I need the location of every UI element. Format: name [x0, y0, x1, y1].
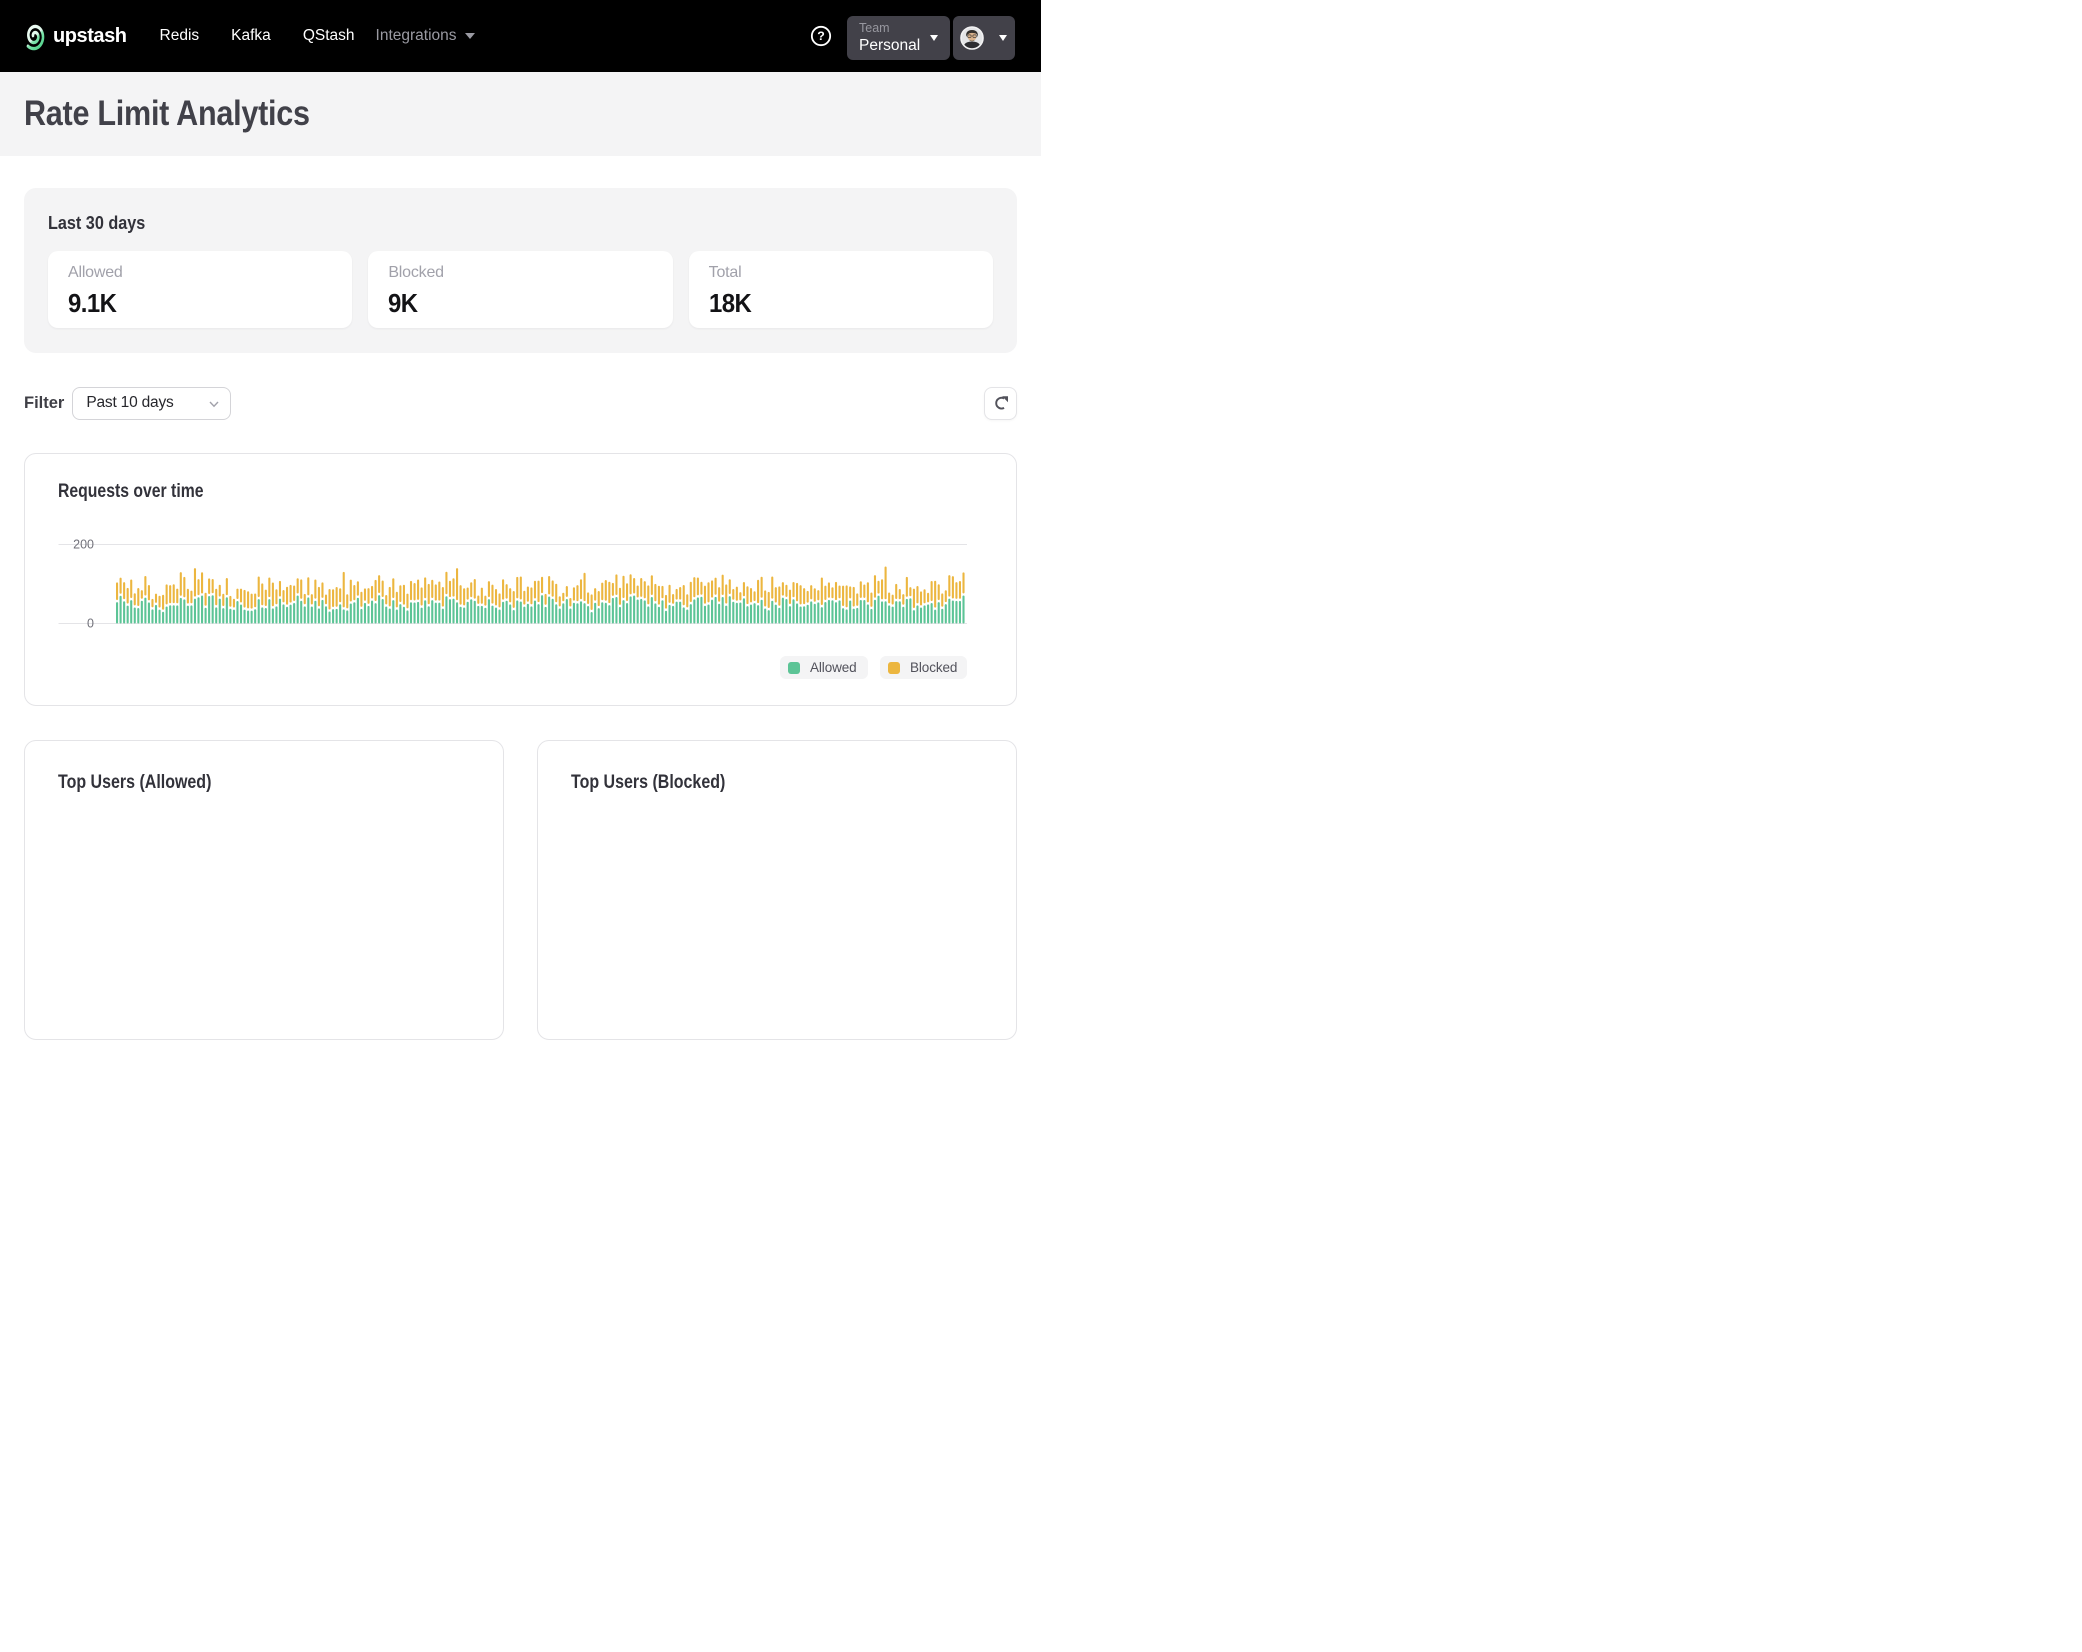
svg-text:?: ?: [817, 29, 825, 43]
svg-text:0: 0: [87, 617, 94, 631]
svg-text:200: 200: [73, 538, 94, 552]
